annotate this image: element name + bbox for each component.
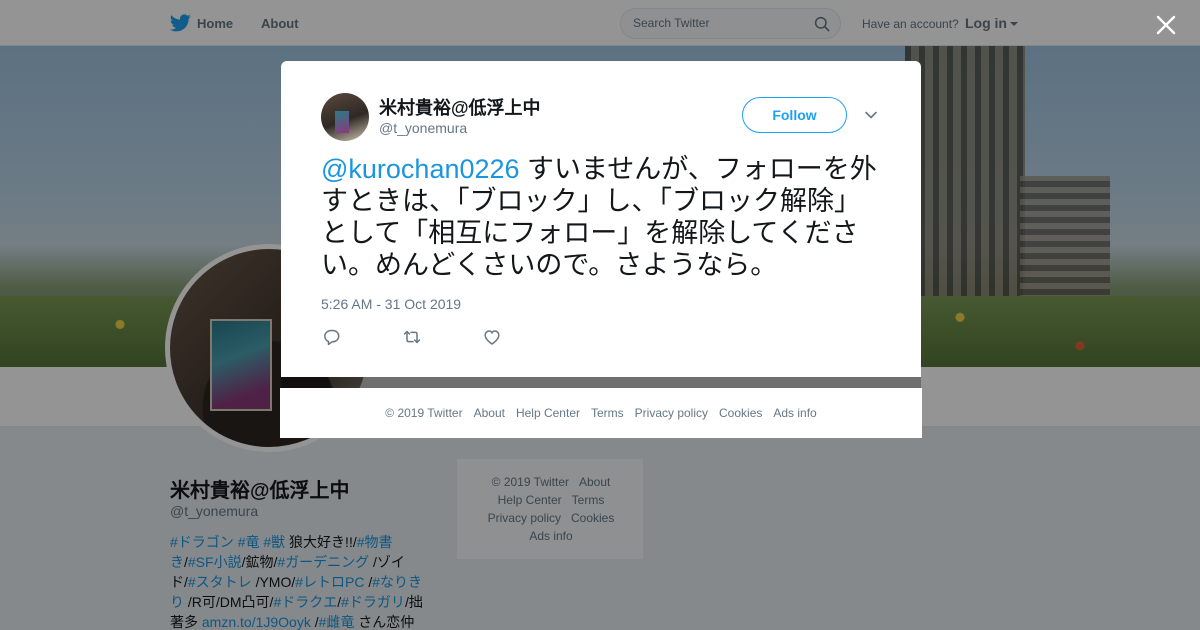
- footer-ads-link[interactable]: Ads info: [773, 406, 816, 420]
- footer-help-link[interactable]: Help Center: [516, 406, 580, 420]
- modal-separator: [281, 377, 921, 388]
- follow-button[interactable]: Follow: [742, 97, 847, 133]
- tweet-modal: 米村貴裕@低浮上中 @t_yonemura Follow @kurochan02…: [281, 61, 921, 377]
- footer-about-link[interactable]: About: [474, 406, 505, 420]
- modal-footer: © 2019 Twitter About Help Center Terms P…: [280, 388, 922, 438]
- retweet-icon[interactable]: [402, 327, 422, 347]
- tweet-timestamp[interactable]: 5:26 AM - 31 Oct 2019: [321, 296, 461, 312]
- avatar-card-shape: [335, 111, 349, 133]
- footer-terms-link[interactable]: Terms: [591, 406, 624, 420]
- tweet-text: @kurochan0226 すいませんが、フォローを外すときは、「ブロック」し、…: [321, 153, 886, 281]
- footer-cookies-link[interactable]: Cookies: [719, 406, 762, 420]
- chevron-down-icon[interactable]: [863, 107, 879, 123]
- footer-copyright: © 2019 Twitter: [385, 406, 463, 420]
- tweet-author-handle[interactable]: @t_yonemura: [379, 120, 467, 136]
- like-heart-icon[interactable]: [482, 327, 502, 347]
- reply-icon[interactable]: [322, 327, 342, 347]
- tweet-author-name[interactable]: 米村貴裕@低浮上中: [379, 94, 541, 120]
- tweet-mention-link[interactable]: @kurochan0226: [321, 154, 520, 184]
- close-icon[interactable]: [1154, 13, 1178, 37]
- tweet-author-avatar[interactable]: [321, 93, 369, 141]
- footer-privacy-link[interactable]: Privacy policy: [635, 406, 708, 420]
